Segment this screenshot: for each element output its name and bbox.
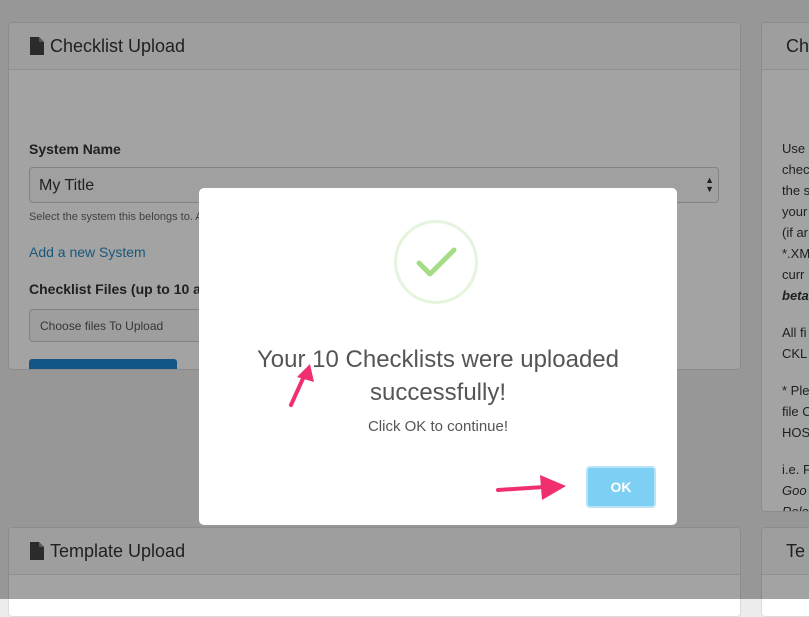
ok-button[interactable]: OK xyxy=(586,466,656,508)
modal-text: Click OK to continue! xyxy=(367,418,509,435)
annotation-arrow-icon xyxy=(496,475,566,500)
success-check-icon xyxy=(394,220,478,304)
annotation-arrow-icon xyxy=(289,364,314,407)
success-modal: Your 10 Checklists were uploaded success… xyxy=(199,188,677,525)
